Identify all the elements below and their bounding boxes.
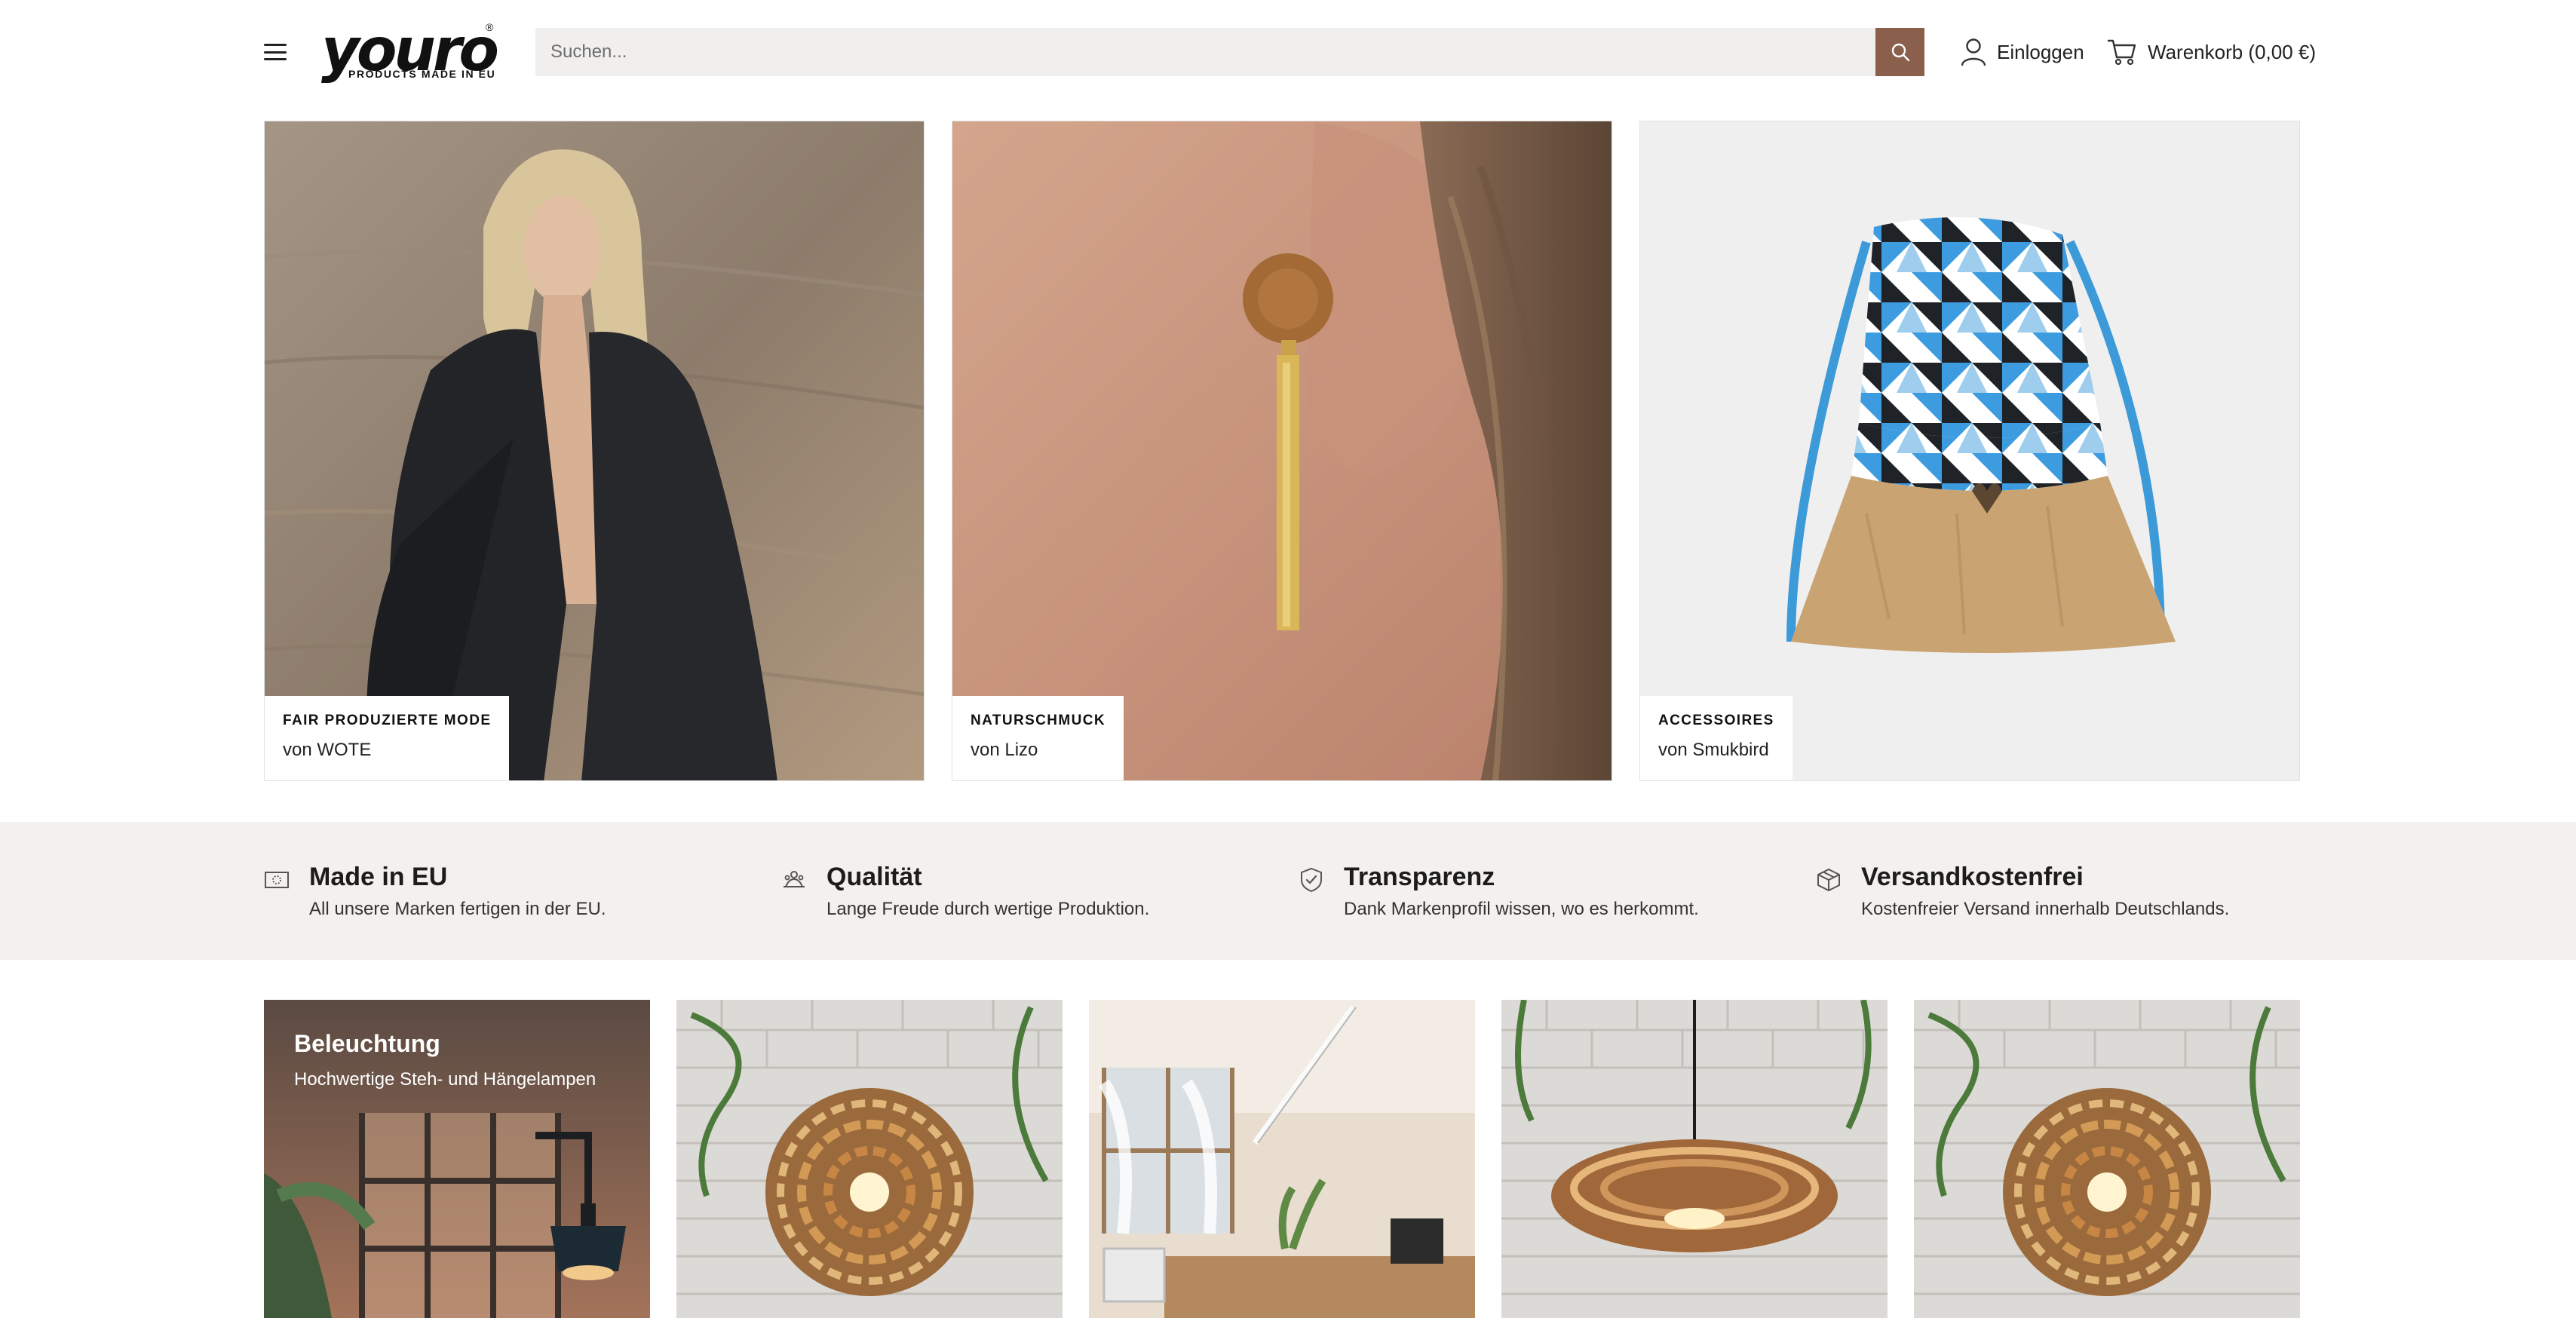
hero-brand: von Smukbird: [1658, 740, 1769, 760]
hero-image-accessories: [1640, 121, 2299, 780]
login-label: Einloggen: [1997, 40, 2084, 63]
product-image-wall-lamp: [676, 1000, 1063, 1318]
hero-image-jewelry: [952, 121, 1612, 780]
eu-flag-icon: [265, 872, 289, 888]
package-icon: [1817, 869, 1840, 891]
cart-link[interactable]: Warenkorb (0,00 €): [2107, 33, 2316, 71]
menu-icon[interactable]: [264, 41, 287, 63]
hero-tile-accessories[interactable]: ACCESSOIRES von Smukbird: [1639, 121, 2300, 781]
usp-text: All unsere Marken fertigen in der EU.: [309, 899, 606, 919]
hero-label-accessories: ACCESSOIRES von Smukbird: [1640, 696, 1792, 780]
quality-icon: [784, 871, 805, 887]
product-tile-lamp-3[interactable]: [1501, 1000, 1888, 1318]
hero-category: FAIR PRODUZIERTE MODE: [283, 713, 492, 728]
category-subtitle: Hochwertige Steh- und Hängelampen: [294, 1069, 596, 1090]
site-header: youro ® PRODUCTS MADE IN EU Einloggen Wa…: [0, 0, 2576, 104]
hero-category: ACCESSOIRES: [1658, 713, 1774, 728]
hero-image-fashion: [265, 121, 924, 780]
product-tile-lamp-2[interactable]: [1089, 1000, 1475, 1318]
logo-registered-mark: ®: [486, 21, 494, 33]
hero-tile-fashion[interactable]: FAIR PRODUZIERTE MODE von WOTE: [264, 121, 925, 781]
usp-title: Made in EU: [309, 863, 448, 891]
usp-title: Versandkostenfrei: [1861, 863, 2084, 891]
hero-category: NATURSCHMUCK: [971, 713, 1106, 728]
usp-text: Kostenfreier Versand innerhalb Deutschla…: [1861, 899, 2230, 919]
hero-label-fashion: FAIR PRODUZIERTE MODE von WOTE: [265, 696, 510, 780]
site-logo[interactable]: youro ® PRODUCTS MADE IN EU: [321, 21, 499, 83]
hero-brand: von WOTE: [283, 740, 372, 760]
hero-label-jewelry: NATURSCHMUCK von Lizo: [952, 696, 1124, 780]
search-input[interactable]: [535, 28, 1875, 76]
usp-bar: Made in EU All unsere Marken fertigen in…: [0, 822, 2576, 960]
product-tile-lamp-4[interactable]: [1914, 1000, 2300, 1318]
logo-tagline: PRODUCTS MADE IN EU: [348, 68, 496, 80]
usp-title: Transparenz: [1344, 863, 1495, 891]
usp-text: Lange Freude durch wertige Produktion.: [826, 899, 1150, 919]
product-image-pendant-lamp: [1501, 1000, 1888, 1318]
search-icon: [1891, 43, 1909, 62]
login-link[interactable]: Einloggen: [1961, 33, 2084, 71]
user-icon: [1961, 38, 1986, 66]
cart-icon: [2107, 39, 2136, 66]
product-image-linear-lamp: [1089, 1000, 1475, 1318]
search-bar: [535, 28, 1924, 76]
category-tile-lighting[interactable]: Beleuchtung Hochwertige Steh- und Hängel…: [264, 1000, 650, 1318]
shield-check-icon: [1301, 867, 1322, 893]
usp-title: Qualität: [826, 863, 922, 891]
product-image-wall-lamp-2: [1914, 1000, 2300, 1318]
usp-text: Dank Markenprofil wissen, wo es herkommt…: [1344, 899, 1699, 919]
category-title: Beleuchtung: [294, 1030, 440, 1057]
product-tile-lamp-1[interactable]: [676, 1000, 1063, 1318]
cart-label: Warenkorb (0,00 €): [2148, 40, 2317, 63]
hero-tile-jewelry[interactable]: NATURSCHMUCK von Lizo: [952, 121, 1612, 781]
hero-brand: von Lizo: [971, 740, 1038, 760]
search-button[interactable]: [1875, 28, 1924, 76]
